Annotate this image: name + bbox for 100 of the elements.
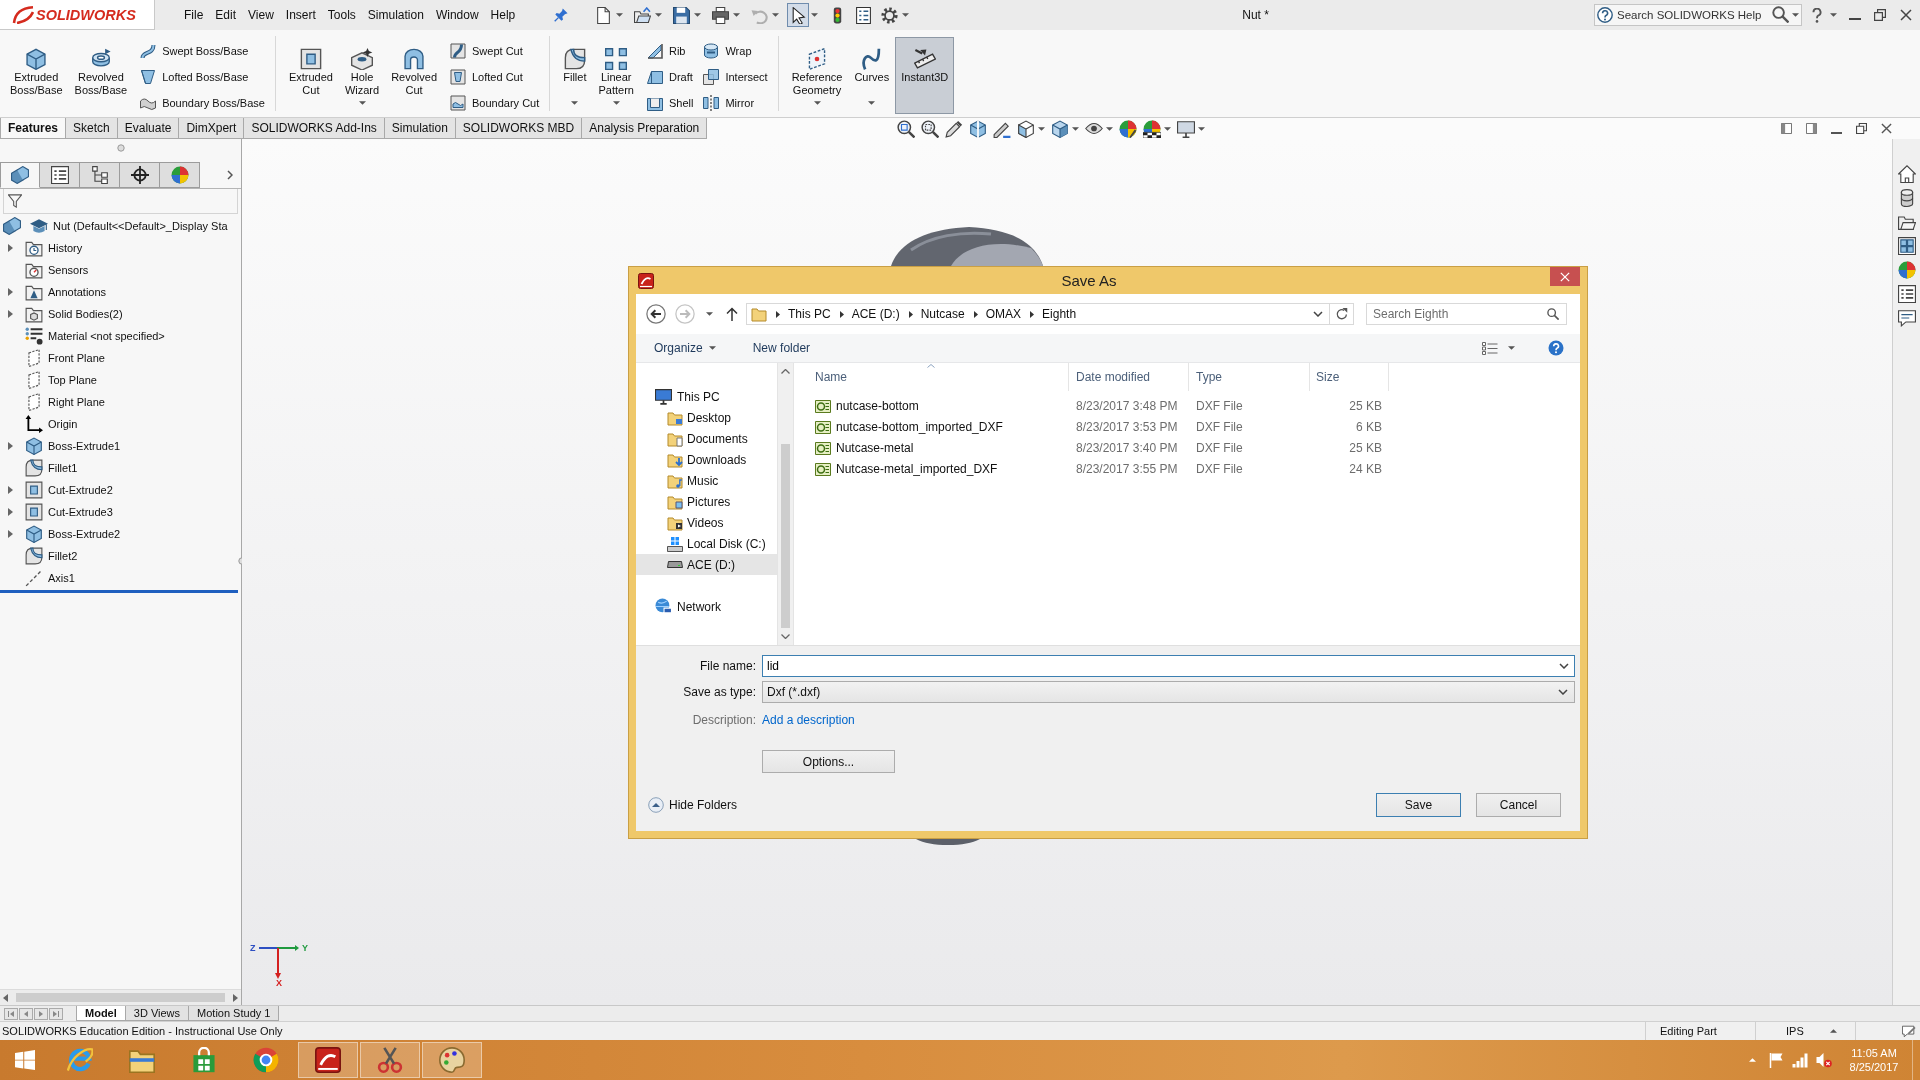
menu-item[interactable]: File (178, 8, 210, 22)
caret-icon[interactable] (616, 13, 624, 17)
color-ball-pencil-icon[interactable] (1119, 119, 1138, 138)
tree-item[interactable]: Origin (48, 418, 78, 430)
expand-arrow-icon[interactable] (8, 310, 13, 318)
ribbon-button[interactable]: Extruded Cut (282, 37, 339, 114)
expand-arrow-icon[interactable] (8, 244, 13, 252)
tile-left-icon[interactable] (1781, 123, 1792, 134)
nav-item[interactable]: Desktop (636, 407, 777, 428)
column-header[interactable]: Type (1189, 363, 1310, 391)
refresh-button[interactable] (1330, 303, 1354, 325)
caret-icon[interactable] (868, 101, 876, 105)
menu-item[interactable]: Help (484, 8, 522, 22)
ribbon-tab[interactable]: Evaluate (117, 118, 180, 139)
address-bar[interactable]: This PC ACE (D:) Nutcase OMAX Eighth (746, 303, 1330, 325)
ribbon-button[interactable]: Intersect (700, 66, 771, 87)
home-icon[interactable] (1897, 165, 1916, 183)
caret-icon[interactable] (1508, 346, 1515, 350)
ribbon-button[interactable]: Draft (643, 66, 697, 87)
breadcrumb-arrow-icon[interactable] (973, 310, 978, 318)
filter-field[interactable] (3, 189, 238, 214)
scroll-right-icon[interactable] (233, 993, 238, 1002)
vertical-scrollbar[interactable] (777, 363, 794, 645)
expand-arrow-icon[interactable] (8, 288, 13, 296)
menu-item[interactable]: Simulation (361, 8, 430, 22)
cancel-button[interactable]: Cancel (1476, 793, 1561, 817)
flag-icon[interactable] (1768, 1052, 1784, 1068)
ribbon-tab[interactable]: DimXpert (179, 118, 245, 139)
expand-arrow-icon[interactable] (8, 530, 13, 538)
file-name[interactable]: nutcase-bottom (836, 398, 919, 413)
cube-icon[interactable] (1017, 119, 1036, 138)
command-button[interactable]: Organize (648, 341, 722, 355)
file-name[interactable]: Nutcase-metal (836, 440, 914, 455)
tree-item[interactable]: Sensors (48, 264, 89, 276)
tree-item[interactable]: Axis1 (48, 572, 75, 584)
expand-arrow-icon[interactable] (8, 486, 13, 494)
panel-tab[interactable] (40, 162, 80, 188)
caret-icon[interactable] (612, 101, 620, 105)
view-grid-icon[interactable] (1897, 237, 1916, 255)
model-tab[interactable]: Motion Study 1 (188, 1006, 280, 1021)
ribbon-button[interactable]: Shell (643, 92, 697, 113)
ribbon-button[interactable]: Boundary Cut (447, 92, 543, 113)
chevron-down-icon[interactable] (1313, 311, 1323, 317)
chevron-down-icon[interactable] (1559, 663, 1569, 669)
column-header[interactable]: Size (1310, 363, 1389, 391)
breadcrumb-arrow-icon[interactable] (839, 310, 844, 318)
tree-item[interactable]: Nut (Default<<Default>_Display Sta (53, 220, 228, 232)
up-arrow-icon[interactable] (726, 307, 738, 321)
tree-item[interactable]: Front Plane (48, 352, 105, 364)
menu-item[interactable]: Window (429, 8, 485, 22)
menu-item[interactable]: Edit (209, 8, 243, 22)
menu-item[interactable]: Tools (321, 8, 362, 22)
question-mark-icon[interactable] (1812, 7, 1822, 23)
ribbon-button[interactable]: Lofted Cut (447, 66, 543, 87)
monitor-icon[interactable] (1177, 119, 1196, 138)
toolbar-button[interactable] (787, 3, 810, 27)
ribbon-button[interactable]: Revolved Boss/Base (68, 37, 134, 114)
caret-icon[interactable] (1106, 126, 1114, 131)
ribbon-button[interactable]: Fillet (557, 37, 593, 114)
caret-icon[interactable] (811, 13, 819, 17)
ribbon-button[interactable]: Linear Pattern (592, 37, 640, 114)
split-cube-icon[interactable] (969, 119, 988, 138)
breadcrumb-arrow-icon[interactable] (908, 310, 913, 318)
close-icon[interactable] (1900, 9, 1912, 21)
caret-icon[interactable] (902, 13, 910, 17)
tree-item[interactable]: Boss-Extrude1 (48, 440, 121, 452)
network-bars-icon[interactable] (1792, 1052, 1808, 1068)
caret-icon[interactable] (813, 101, 821, 105)
menu-item[interactable]: View (242, 8, 280, 22)
panel-tab[interactable] (80, 162, 120, 188)
chat-bubble-icon[interactable] (1897, 309, 1916, 327)
eye-icon[interactable] (1085, 123, 1104, 134)
restore-icon[interactable] (1856, 123, 1867, 134)
tree-item[interactable]: History (48, 242, 83, 254)
help-search-field[interactable]: Search SOLIDWORKS Help (1594, 4, 1802, 26)
open-folder-icon[interactable] (1897, 213, 1916, 231)
ribbon-button[interactable]: Wrap (700, 40, 771, 61)
caret-icon[interactable] (1198, 126, 1206, 131)
tree-item[interactable]: Solid Bodies(2) (48, 308, 123, 320)
caret-icon[interactable] (733, 13, 741, 17)
caret-icon[interactable] (1830, 13, 1837, 17)
nav-item[interactable]: Network (636, 596, 777, 617)
expand-arrow-icon[interactable] (8, 442, 13, 450)
ribbon-tab[interactable]: Analysis Preparation (582, 118, 708, 139)
caret-icon[interactable] (655, 13, 663, 17)
column-header[interactable]: Date modified (1069, 363, 1189, 391)
caret-icon[interactable] (1792, 13, 1799, 17)
breadcrumb-item[interactable]: ACE (D:) (851, 307, 900, 321)
nav-item[interactable]: Music (636, 470, 777, 491)
taskbar-button[interactable] (298, 1042, 358, 1078)
nav-item[interactable]: Downloads (636, 449, 777, 470)
pushpin-icon[interactable] (554, 8, 569, 22)
shaded-cube-icon[interactable] (1051, 119, 1070, 138)
ribbon-tab[interactable]: SOLIDWORKS MBD (455, 118, 583, 139)
tree-item[interactable]: Material <not specified> (48, 330, 165, 342)
breadcrumb-arrow-icon[interactable] (1030, 310, 1035, 318)
drag-handle-icon[interactable] (116, 144, 125, 152)
caret-icon[interactable] (571, 101, 579, 105)
search-icon[interactable] (1772, 6, 1789, 23)
caret-icon[interactable] (694, 13, 702, 17)
